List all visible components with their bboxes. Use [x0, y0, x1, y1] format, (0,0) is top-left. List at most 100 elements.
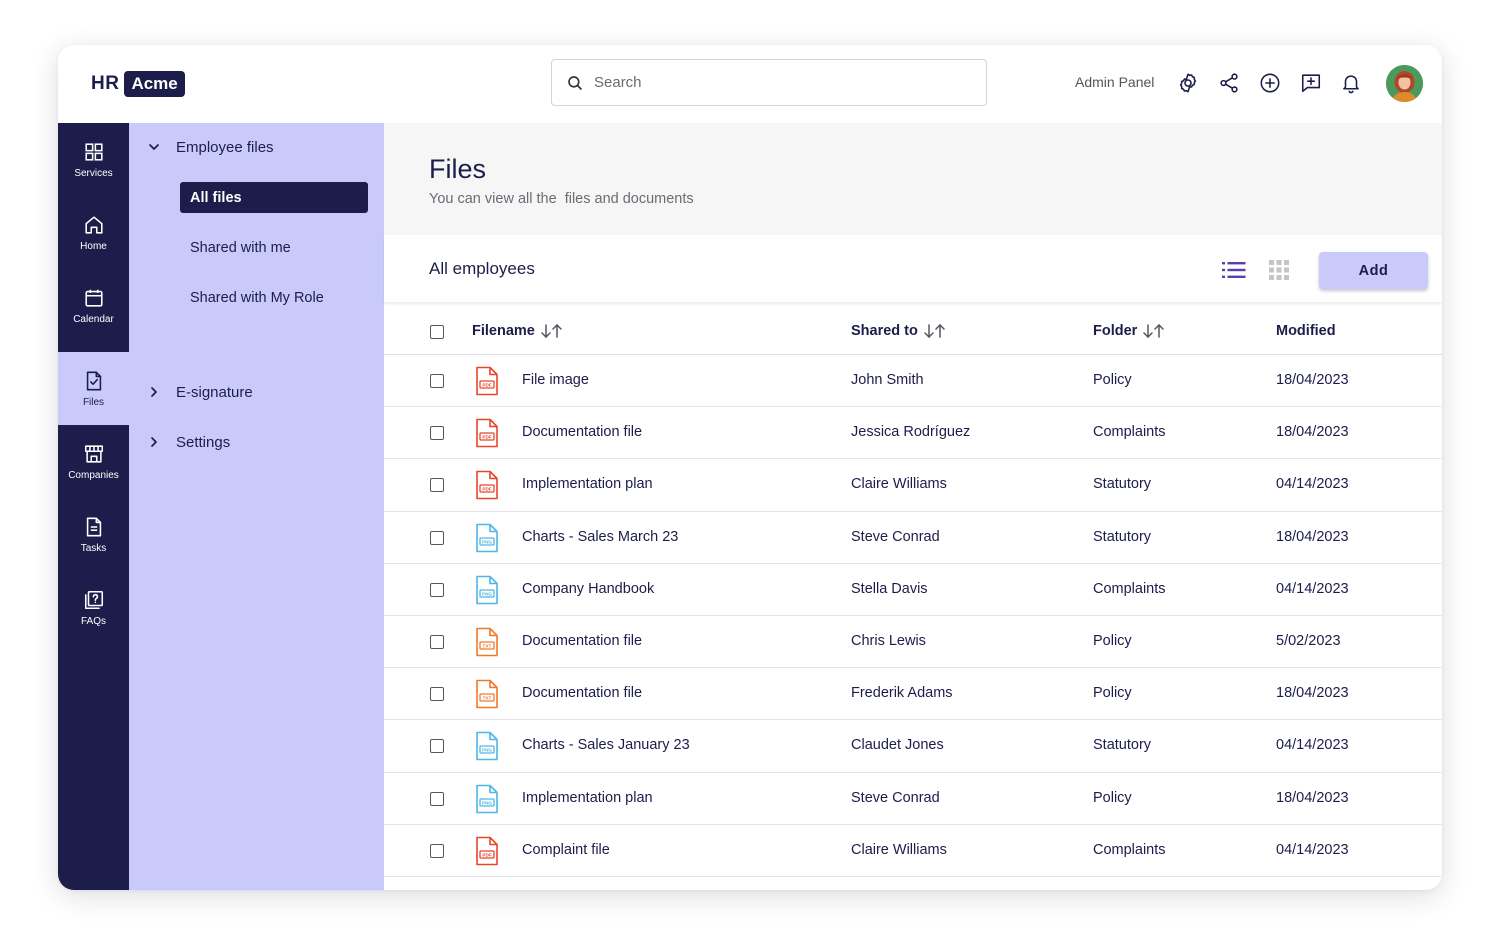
modified-cell: 18/04/2023 — [1276, 372, 1349, 388]
modified-cell: 04/14/2023 — [1276, 841, 1349, 858]
column-label: Shared to — [851, 323, 918, 339]
shared-to-cell: Claire Williams — [851, 841, 947, 858]
avatar[interactable] — [1386, 65, 1423, 102]
settings-icon[interactable] — [1175, 70, 1201, 96]
arrow-up-icon[interactable] — [1154, 324, 1165, 338]
folder-cell: Complaints — [1093, 424, 1166, 441]
row-checkbox[interactable] — [430, 634, 444, 649]
folder-cell: Complaints — [1093, 580, 1166, 597]
rail-item-companies[interactable]: Companies — [58, 425, 129, 498]
add-circle-icon[interactable] — [1257, 70, 1283, 96]
arrow-up-icon[interactable] — [935, 324, 945, 338]
row-checkbox[interactable] — [430, 374, 444, 388]
table-row[interactable]: PNG Charts - Sales March 23 Steve Conrad… — [384, 512, 1442, 564]
logo-hr-text: HR — [91, 72, 120, 94]
table-row[interactable]: PDF Documentation file Jessica Rodríguez… — [384, 407, 1442, 460]
table-row[interactable]: PDF Complaint file Claire Williams Compl… — [384, 825, 1442, 877]
filename-cell[interactable]: Documentation file — [522, 633, 642, 649]
png-file-icon: PNG — [476, 575, 498, 605]
app-window: HR Acme Admin Panel — [58, 45, 1442, 890]
add-button[interactable]: Add — [1319, 252, 1428, 289]
nav-group-employee-files[interactable]: Employee files — [146, 135, 274, 159]
sort-control[interactable] — [924, 324, 945, 338]
filename-cell[interactable]: File image — [522, 372, 589, 388]
home-icon — [84, 215, 103, 234]
row-checkbox[interactable] — [430, 843, 444, 858]
svg-text:PNG: PNG — [482, 539, 492, 544]
calendar-icon — [84, 289, 103, 307]
page-subtitle: You can view all the files and documents — [429, 191, 694, 207]
arrow-down-icon[interactable] — [924, 324, 934, 338]
rail-item-files[interactable]: Files — [58, 352, 129, 425]
row-checkbox[interactable] — [430, 687, 444, 702]
row-checkbox[interactable] — [430, 478, 444, 493]
column-header-filename: Filename — [472, 323, 562, 339]
sort-control[interactable] — [541, 324, 562, 338]
nav-item-shared-with-me[interactable]: Shared with me — [180, 232, 368, 263]
rail-item-faqs[interactable]: FAQs — [58, 571, 129, 644]
table-row[interactable]: TXT Documentation file Frederik Adams Po… — [384, 668, 1442, 721]
top-bar: HR Acme Admin Panel — [58, 45, 1442, 123]
rail-item-calendar[interactable]: Calendar — [58, 269, 129, 342]
nav-group-esignature[interactable]: E-signature — [146, 380, 253, 404]
nav-group-label: Employee files — [176, 138, 274, 156]
arrow-down-icon[interactable] — [541, 324, 551, 338]
sort-control[interactable] — [1143, 324, 1165, 338]
nav-item-shared-with-role[interactable]: Shared with My Role — [180, 282, 368, 313]
table-row[interactable]: PDF Implementation plan Claire Williams … — [384, 459, 1442, 512]
row-checkbox[interactable] — [430, 739, 444, 754]
table-row[interactable]: PNG Implementation plan Steve Conrad Pol… — [384, 773, 1442, 825]
row-checkbox[interactable] — [430, 582, 444, 597]
filename-cell[interactable]: Charts - Sales March 23 — [522, 529, 678, 545]
share-icon[interactable] — [1216, 70, 1242, 96]
row-checkbox[interactable] — [430, 791, 444, 806]
rail-label: Services — [74, 167, 113, 179]
filename-cell[interactable]: Charts - Sales January 23 — [522, 737, 690, 753]
rail-item-home[interactable]: Home — [58, 196, 129, 269]
svg-text:PDF: PDF — [482, 383, 491, 388]
modified-cell: 18/04/2023 — [1276, 424, 1349, 441]
search-input[interactable] — [594, 74, 964, 91]
feedback-icon[interactable] — [1298, 70, 1324, 96]
rail-label: Home — [80, 240, 107, 252]
grid-icon — [84, 142, 103, 161]
nav-group-settings[interactable]: Settings — [146, 430, 230, 454]
filename-cell[interactable]: Documentation file — [522, 685, 642, 701]
table-row[interactable]: PDF File image John Smith Policy 18/04/2… — [384, 355, 1442, 408]
png-file-icon: PNG — [476, 732, 498, 761]
arrow-up-icon[interactable] — [552, 324, 562, 338]
page-header: Files You can view all the files and doc… — [384, 123, 1442, 235]
filename-cell[interactable]: Implementation plan — [522, 790, 653, 806]
filename-cell[interactable]: Implementation plan — [522, 476, 653, 492]
chevron-right-icon — [151, 437, 157, 447]
toolbar-title: All employees — [429, 259, 535, 278]
list-view-icon[interactable] — [1222, 259, 1246, 281]
admin-panel-link[interactable]: Admin Panel — [1075, 74, 1154, 90]
app-logo[interactable]: HR Acme — [91, 70, 185, 97]
filename-cell[interactable]: Company Handbook — [522, 581, 654, 597]
row-checkbox[interactable] — [430, 426, 444, 441]
table-row[interactable]: PNG Charts - Sales January 23 Claudet Jo… — [384, 720, 1442, 773]
search-box[interactable] — [551, 59, 987, 106]
bell-icon[interactable] — [1338, 70, 1364, 96]
arrow-down-icon[interactable] — [1143, 324, 1154, 338]
shared-to-cell: Stella Davis — [851, 580, 928, 597]
pdf-file-icon: PDF — [476, 471, 498, 500]
grid-view-icon[interactable] — [1267, 259, 1291, 281]
pdf-file-icon: PDF — [476, 418, 498, 448]
nav-item-all-files[interactable]: All files — [180, 182, 368, 213]
modified-cell: 04/14/2023 — [1276, 580, 1349, 597]
svg-text:PDF: PDF — [482, 435, 491, 440]
rail-item-tasks[interactable]: Tasks — [58, 498, 129, 571]
png-file-icon: PNG — [476, 784, 498, 813]
row-checkbox[interactable] — [430, 530, 444, 545]
filename-cell[interactable]: Complaint file — [522, 842, 610, 858]
table-row[interactable]: TXT Documentation file Chris Lewis Polic… — [384, 616, 1442, 669]
filename-cell[interactable]: Documentation file — [522, 424, 642, 440]
svg-text:PNG: PNG — [482, 800, 492, 805]
rail-item-services[interactable]: Services — [58, 123, 129, 196]
files-subnav: Employee files All files Shared with me … — [129, 123, 384, 890]
select-all-checkbox[interactable] — [430, 325, 444, 339]
txt-file-icon: TXT — [476, 627, 498, 657]
table-row[interactable]: PNG Company Handbook Stella Davis Compla… — [384, 564, 1442, 616]
